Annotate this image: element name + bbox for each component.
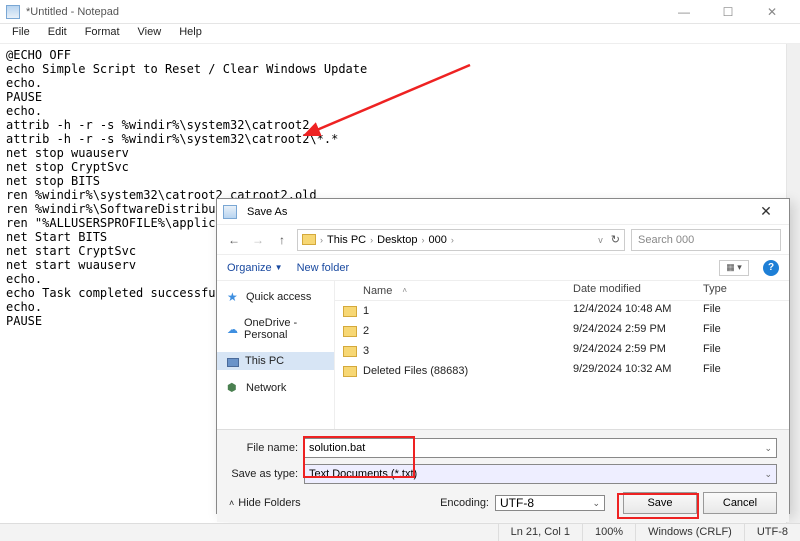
item-type: File: [695, 301, 745, 321]
list-item[interactable]: Deleted Files (88683) 9/29/2024 10:32 AMF…: [335, 361, 789, 381]
folder-icon: [343, 346, 357, 357]
status-caret-pos: Ln 21, Col 1: [498, 524, 582, 541]
item-date: 9/29/2024 10:32 AM: [565, 361, 695, 381]
folder-icon: [343, 366, 357, 377]
folder-icon: [302, 234, 316, 245]
item-name: 1: [363, 305, 369, 317]
nav-back-button[interactable]: ←: [225, 231, 243, 249]
path-part[interactable]: This PC: [327, 234, 366, 246]
filetype-dropdown[interactable]: Text Documents (*.txt)⌄: [304, 464, 777, 484]
notepad-app-icon: [6, 5, 20, 19]
status-bar: Ln 21, Col 1 100% Windows (CRLF) UTF-8: [0, 523, 800, 541]
menu-file[interactable]: File: [4, 24, 38, 43]
item-type: File: [695, 341, 745, 361]
item-name: Deleted Files (88683): [363, 365, 468, 377]
sidebar-item-network[interactable]: ⬢Network: [217, 378, 334, 397]
menu-format[interactable]: Format: [77, 24, 128, 43]
sidebar-item-this-pc[interactable]: This PC: [217, 352, 334, 370]
status-encoding: UTF-8: [744, 524, 800, 541]
window-title: *Untitled - Notepad: [26, 6, 662, 18]
item-date: 12/4/2024 10:48 AM: [565, 301, 695, 321]
address-bar[interactable]: › This PC› Desktop› 000› v ↻: [297, 229, 625, 251]
refresh-icon[interactable]: ↻: [611, 233, 620, 246]
minimize-button[interactable]: —: [662, 1, 706, 23]
search-placeholder: Search 000: [638, 234, 694, 246]
item-date: 9/24/2024 2:59 PM: [565, 341, 695, 361]
organize-menu[interactable]: Organize ▼: [227, 262, 283, 274]
item-type: File: [695, 361, 745, 381]
pc-icon: [227, 358, 239, 367]
encoding-label: Encoding:: [440, 497, 489, 509]
folder-icon: [343, 326, 357, 337]
menu-edit[interactable]: Edit: [40, 24, 75, 43]
new-folder-button[interactable]: New folder: [297, 262, 350, 274]
item-type: File: [695, 321, 745, 341]
list-item[interactable]: 1 12/4/2024 10:48 AMFile: [335, 301, 789, 321]
save-button[interactable]: Save: [623, 492, 697, 514]
hide-folders-toggle[interactable]: ˄ Hide Folders: [229, 497, 301, 509]
filename-input[interactable]: solution.bat⌄: [304, 438, 777, 458]
status-eol: Windows (CRLF): [635, 524, 744, 541]
item-date: 9/24/2024 2:59 PM: [565, 321, 695, 341]
list-item[interactable]: 3 9/24/2024 2:59 PMFile: [335, 341, 789, 361]
help-button[interactable]: ?: [763, 260, 779, 276]
cloud-icon: ☁: [227, 323, 238, 336]
network-icon: ⬢: [227, 381, 240, 394]
navigation-pane: ★Quick access ☁OneDrive - Personal This …: [217, 281, 335, 429]
dialog-title: Save As: [243, 206, 749, 218]
dialog-icon: [223, 205, 237, 219]
column-header-date[interactable]: Date modified: [565, 281, 695, 300]
view-options-button[interactable]: ▦ ▾: [719, 260, 749, 276]
menu-view[interactable]: View: [130, 24, 170, 43]
path-part[interactable]: Desktop: [377, 234, 417, 246]
menu-help[interactable]: Help: [171, 24, 210, 43]
maximize-button[interactable]: ☐: [706, 1, 750, 23]
status-zoom: 100%: [582, 524, 635, 541]
encoding-dropdown[interactable]: UTF-8⌄: [495, 495, 605, 511]
close-button[interactable]: ✕: [750, 1, 794, 23]
sidebar-item-onedrive[interactable]: ☁OneDrive - Personal: [217, 314, 334, 344]
folder-icon: [343, 306, 357, 317]
column-header-type[interactable]: Type: [695, 281, 745, 300]
file-list: Name˄ Date modified Type 1 12/4/2024 10:4…: [335, 281, 789, 429]
list-item[interactable]: 2 9/24/2024 2:59 PMFile: [335, 321, 789, 341]
cancel-button[interactable]: Cancel: [703, 492, 777, 514]
sidebar-item-quick-access[interactable]: ★Quick access: [217, 287, 334, 306]
item-name: 2: [363, 325, 369, 337]
nav-up-button[interactable]: ↑: [273, 231, 291, 249]
search-input[interactable]: Search 000: [631, 229, 781, 251]
star-icon: ★: [227, 290, 240, 303]
column-header-name[interactable]: Name˄: [335, 281, 565, 300]
filetype-label: Save as type:: [229, 468, 304, 480]
nav-forward-button[interactable]: →: [249, 231, 267, 249]
save-as-dialog: Save As ✕ ← → ↑ › This PC› Desktop› 000›…: [216, 198, 790, 514]
filename-label: File name:: [229, 442, 304, 454]
chevron-down-icon[interactable]: v: [598, 235, 603, 245]
item-name: 3: [363, 345, 369, 357]
dialog-close-button[interactable]: ✕: [749, 203, 783, 220]
path-part[interactable]: 000: [428, 234, 446, 246]
